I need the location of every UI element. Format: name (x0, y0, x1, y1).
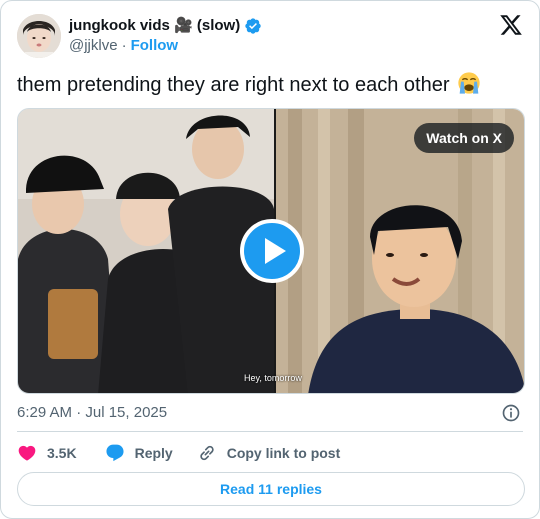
watch-on-x-button[interactable]: Watch on X (414, 123, 514, 153)
engagement-bar: 3.5K Reply Copy link to post (17, 443, 340, 463)
post-timestamp[interactable]: 6:29 AM · Jul 15, 2025 (17, 403, 167, 423)
handle-separator: · (121, 37, 127, 54)
heart-icon (18, 445, 36, 461)
reply-bubble-icon (106, 444, 124, 462)
info-icon[interactable] (501, 403, 521, 423)
play-icon[interactable] (240, 219, 304, 283)
loudly-crying-face-icon (458, 72, 480, 94)
author-display-name[interactable]: jungkook vids 🎥 (slow) (69, 16, 240, 36)
author-handle[interactable]: @jjklve (69, 36, 118, 56)
author-handle-row: @jjklve · Follow (69, 36, 178, 56)
copy-link-label: Copy link to post (226, 445, 341, 461)
post-text: them pretending they are right next to e… (17, 71, 481, 98)
follow-button[interactable]: Follow (131, 36, 179, 56)
copy-link-button[interactable]: Copy link to post (197, 443, 341, 463)
link-icon (200, 445, 214, 461)
video-player[interactable]: Watch on X Hey, tomorrow (17, 108, 525, 394)
x-logo-icon[interactable] (499, 13, 523, 37)
reply-button[interactable]: Reply (105, 443, 173, 463)
verified-badge-icon (245, 18, 261, 34)
divider (17, 431, 523, 432)
author-name-row: jungkook vids 🎥 (slow) (69, 16, 262, 36)
read-replies-button[interactable]: Read 11 replies (17, 472, 525, 506)
reply-label: Reply (134, 445, 173, 461)
avatar[interactable] (17, 14, 61, 58)
video-subtitle: Hey, tomorrow (244, 373, 302, 383)
post-text-body: them pretending they are right next to e… (17, 74, 450, 96)
avatar-image (17, 14, 61, 58)
like-button[interactable]: 3.5K (17, 443, 77, 463)
like-count: 3.5K (47, 445, 77, 461)
embedded-post-card: jungkook vids 🎥 (slow) @jjklve · Follow … (0, 0, 540, 519)
